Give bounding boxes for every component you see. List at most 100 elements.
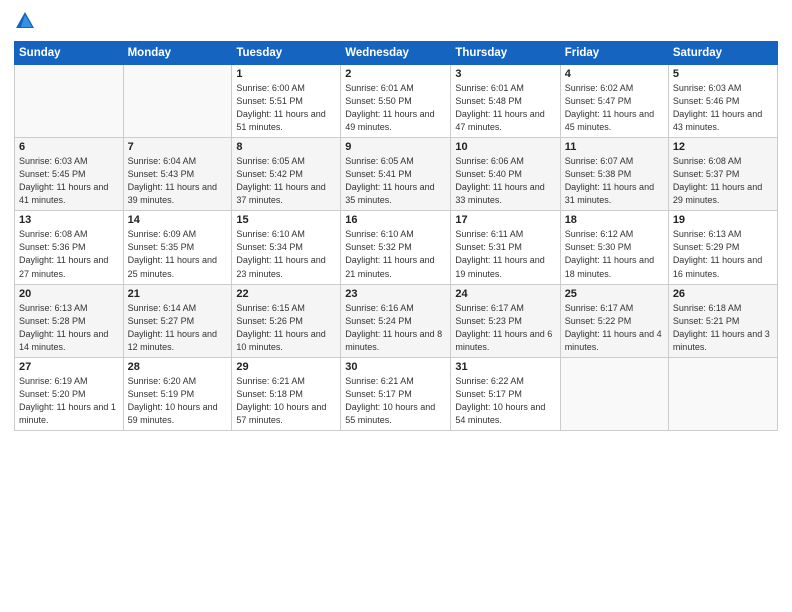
weekday-header: Sunday [15, 42, 124, 65]
calendar-cell: 27 Sunrise: 6:19 AMSunset: 5:20 PMDayligh… [15, 357, 124, 430]
calendar-cell: 31 Sunrise: 6:22 AMSunset: 5:17 PMDayligh… [451, 357, 560, 430]
calendar-week-row: 13Sunrise: 6:08 AMSunset: 5:36 PMDayligh… [15, 211, 778, 284]
day-info: Sunrise: 6:15 AMSunset: 5:26 PMDaylight:… [236, 302, 336, 354]
day-number: 9 [345, 141, 446, 153]
day-number: 30 [345, 361, 446, 373]
calendar-cell: 25 Sunrise: 6:17 AMSunset: 5:22 PMDayligh… [560, 284, 668, 357]
page-container: SundayMondayTuesdayWednesdayThursdayFrid… [0, 0, 792, 612]
calendar-cell: 12 Sunrise: 6:08 AMSunset: 5:37 PMDayligh… [668, 138, 777, 211]
calendar-cell: 16 Sunrise: 6:10 AMSunset: 5:32 PMDayligh… [341, 211, 451, 284]
day-number: 23 [345, 288, 446, 300]
calendar-cell: 7Sunrise: 6:04 AMSunset: 5:43 PMDaylight… [123, 138, 232, 211]
calendar-week-row: 20 Sunrise: 6:13 AMSunset: 5:28 PMDayligh… [15, 284, 778, 357]
day-number: 28 [128, 361, 228, 373]
calendar-cell: 13Sunrise: 6:08 AMSunset: 5:36 PMDayligh… [15, 211, 124, 284]
calendar-cell: 29 Sunrise: 6:21 AMSunset: 5:18 PMDayligh… [232, 357, 341, 430]
day-info: Sunrise: 6:17 AMSunset: 5:23 PMDaylight:… [455, 302, 555, 354]
day-number: 12 [673, 141, 773, 153]
day-info: Sunrise: 6:01 AMSunset: 5:50 PMDaylight:… [345, 82, 446, 134]
day-info: Sunrise: 6:03 AMSunset: 5:46 PMDaylight:… [673, 82, 773, 134]
weekday-header: Monday [123, 42, 232, 65]
day-number: 11 [565, 141, 664, 153]
day-number: 24 [455, 288, 555, 300]
day-info: Sunrise: 6:10 AMSunset: 5:32 PMDaylight:… [345, 228, 446, 280]
calendar-cell: 26 Sunrise: 6:18 AMSunset: 5:21 PMDayligh… [668, 284, 777, 357]
day-number: 26 [673, 288, 773, 300]
calendar-cell: 24 Sunrise: 6:17 AMSunset: 5:23 PMDayligh… [451, 284, 560, 357]
day-info: Sunrise: 6:13 AMSunset: 5:29 PMDaylight:… [673, 228, 773, 280]
calendar-cell: 8 Sunrise: 6:05 AMSunset: 5:42 PMDaylight… [232, 138, 341, 211]
calendar-week-row: 1Sunrise: 6:00 AMSunset: 5:51 PMDaylight… [15, 65, 778, 138]
calendar-cell: 6Sunrise: 6:03 AMSunset: 5:45 PMDaylight… [15, 138, 124, 211]
day-info: Sunrise: 6:18 AMSunset: 5:21 PMDaylight:… [673, 302, 773, 354]
day-info: Sunrise: 6:21 AMSunset: 5:18 PMDaylight:… [236, 375, 336, 427]
day-info: Sunrise: 6:10 AMSunset: 5:34 PMDaylight:… [236, 228, 336, 280]
calendar-cell: 15 Sunrise: 6:10 AMSunset: 5:34 PMDayligh… [232, 211, 341, 284]
calendar-cell [560, 357, 668, 430]
weekday-header: Thursday [451, 42, 560, 65]
calendar-cell: 17 Sunrise: 6:11 AMSunset: 5:31 PMDayligh… [451, 211, 560, 284]
calendar-cell: 19 Sunrise: 6:13 AMSunset: 5:29 PMDayligh… [668, 211, 777, 284]
calendar-cell: 21Sunrise: 6:14 AMSunset: 5:27 PMDayligh… [123, 284, 232, 357]
day-number: 8 [236, 141, 336, 153]
day-number: 19 [673, 214, 773, 226]
day-number: 31 [455, 361, 555, 373]
calendar-cell: 30 Sunrise: 6:21 AMSunset: 5:17 PMDayligh… [341, 357, 451, 430]
day-number: 1 [236, 68, 336, 80]
day-info: Sunrise: 6:02 AMSunset: 5:47 PMDaylight:… [565, 82, 664, 134]
day-info: Sunrise: 6:19 AMSunset: 5:20 PMDaylight:… [19, 375, 119, 427]
day-number: 29 [236, 361, 336, 373]
day-number: 20 [19, 288, 119, 300]
calendar-cell: 3 Sunrise: 6:01 AMSunset: 5:48 PMDaylight… [451, 65, 560, 138]
day-number: 25 [565, 288, 664, 300]
day-number: 15 [236, 214, 336, 226]
day-info: Sunrise: 6:06 AMSunset: 5:40 PMDaylight:… [455, 155, 555, 207]
calendar-cell: 9 Sunrise: 6:05 AMSunset: 5:41 PMDaylight… [341, 138, 451, 211]
day-info: Sunrise: 6:22 AMSunset: 5:17 PMDaylight:… [455, 375, 555, 427]
day-info: Sunrise: 6:16 AMSunset: 5:24 PMDaylight:… [345, 302, 446, 354]
day-number: 17 [455, 214, 555, 226]
calendar-week-row: 6Sunrise: 6:03 AMSunset: 5:45 PMDaylight… [15, 138, 778, 211]
day-number: 7 [128, 141, 228, 153]
day-number: 5 [673, 68, 773, 80]
calendar-cell: 5 Sunrise: 6:03 AMSunset: 5:46 PMDaylight… [668, 65, 777, 138]
day-info: Sunrise: 6:08 AMSunset: 5:37 PMDaylight:… [673, 155, 773, 207]
day-info: Sunrise: 6:07 AMSunset: 5:38 PMDaylight:… [565, 155, 664, 207]
weekday-header: Saturday [668, 42, 777, 65]
day-info: Sunrise: 6:21 AMSunset: 5:17 PMDaylight:… [345, 375, 446, 427]
day-number: 3 [455, 68, 555, 80]
day-number: 18 [565, 214, 664, 226]
day-info: Sunrise: 6:17 AMSunset: 5:22 PMDaylight:… [565, 302, 664, 354]
day-number: 21 [128, 288, 228, 300]
calendar-cell: 10Sunrise: 6:06 AMSunset: 5:40 PMDayligh… [451, 138, 560, 211]
calendar-cell [15, 65, 124, 138]
day-number: 27 [19, 361, 119, 373]
day-info: Sunrise: 6:08 AMSunset: 5:36 PMDaylight:… [19, 228, 119, 280]
day-info: Sunrise: 6:20 AMSunset: 5:19 PMDaylight:… [128, 375, 228, 427]
calendar-cell: 20 Sunrise: 6:13 AMSunset: 5:28 PMDayligh… [15, 284, 124, 357]
calendar-cell: 23 Sunrise: 6:16 AMSunset: 5:24 PMDayligh… [341, 284, 451, 357]
day-info: Sunrise: 6:03 AMSunset: 5:45 PMDaylight:… [19, 155, 119, 207]
day-info: Sunrise: 6:12 AMSunset: 5:30 PMDaylight:… [565, 228, 664, 280]
weekday-header: Friday [560, 42, 668, 65]
calendar-cell: 18 Sunrise: 6:12 AMSunset: 5:30 PMDayligh… [560, 211, 668, 284]
day-number: 16 [345, 214, 446, 226]
day-info: Sunrise: 6:05 AMSunset: 5:42 PMDaylight:… [236, 155, 336, 207]
day-info: Sunrise: 6:05 AMSunset: 5:41 PMDaylight:… [345, 155, 446, 207]
calendar-cell: 2Sunrise: 6:01 AMSunset: 5:50 PMDaylight… [341, 65, 451, 138]
logo [14, 10, 40, 37]
weekday-header: Wednesday [341, 42, 451, 65]
day-info: Sunrise: 6:01 AMSunset: 5:48 PMDaylight:… [455, 82, 555, 134]
calendar-cell: 14 Sunrise: 6:09 AMSunset: 5:35 PMDayligh… [123, 211, 232, 284]
calendar-cell [123, 65, 232, 138]
day-info: Sunrise: 6:11 AMSunset: 5:31 PMDaylight:… [455, 228, 555, 280]
calendar-cell: 11 Sunrise: 6:07 AMSunset: 5:38 PMDayligh… [560, 138, 668, 211]
day-number: 4 [565, 68, 664, 80]
logo-icon [14, 10, 36, 37]
day-number: 14 [128, 214, 228, 226]
calendar-cell: 28 Sunrise: 6:20 AMSunset: 5:19 PMDayligh… [123, 357, 232, 430]
day-info: Sunrise: 6:13 AMSunset: 5:28 PMDaylight:… [19, 302, 119, 354]
header [14, 10, 778, 37]
calendar-cell [668, 357, 777, 430]
day-info: Sunrise: 6:09 AMSunset: 5:35 PMDaylight:… [128, 228, 228, 280]
